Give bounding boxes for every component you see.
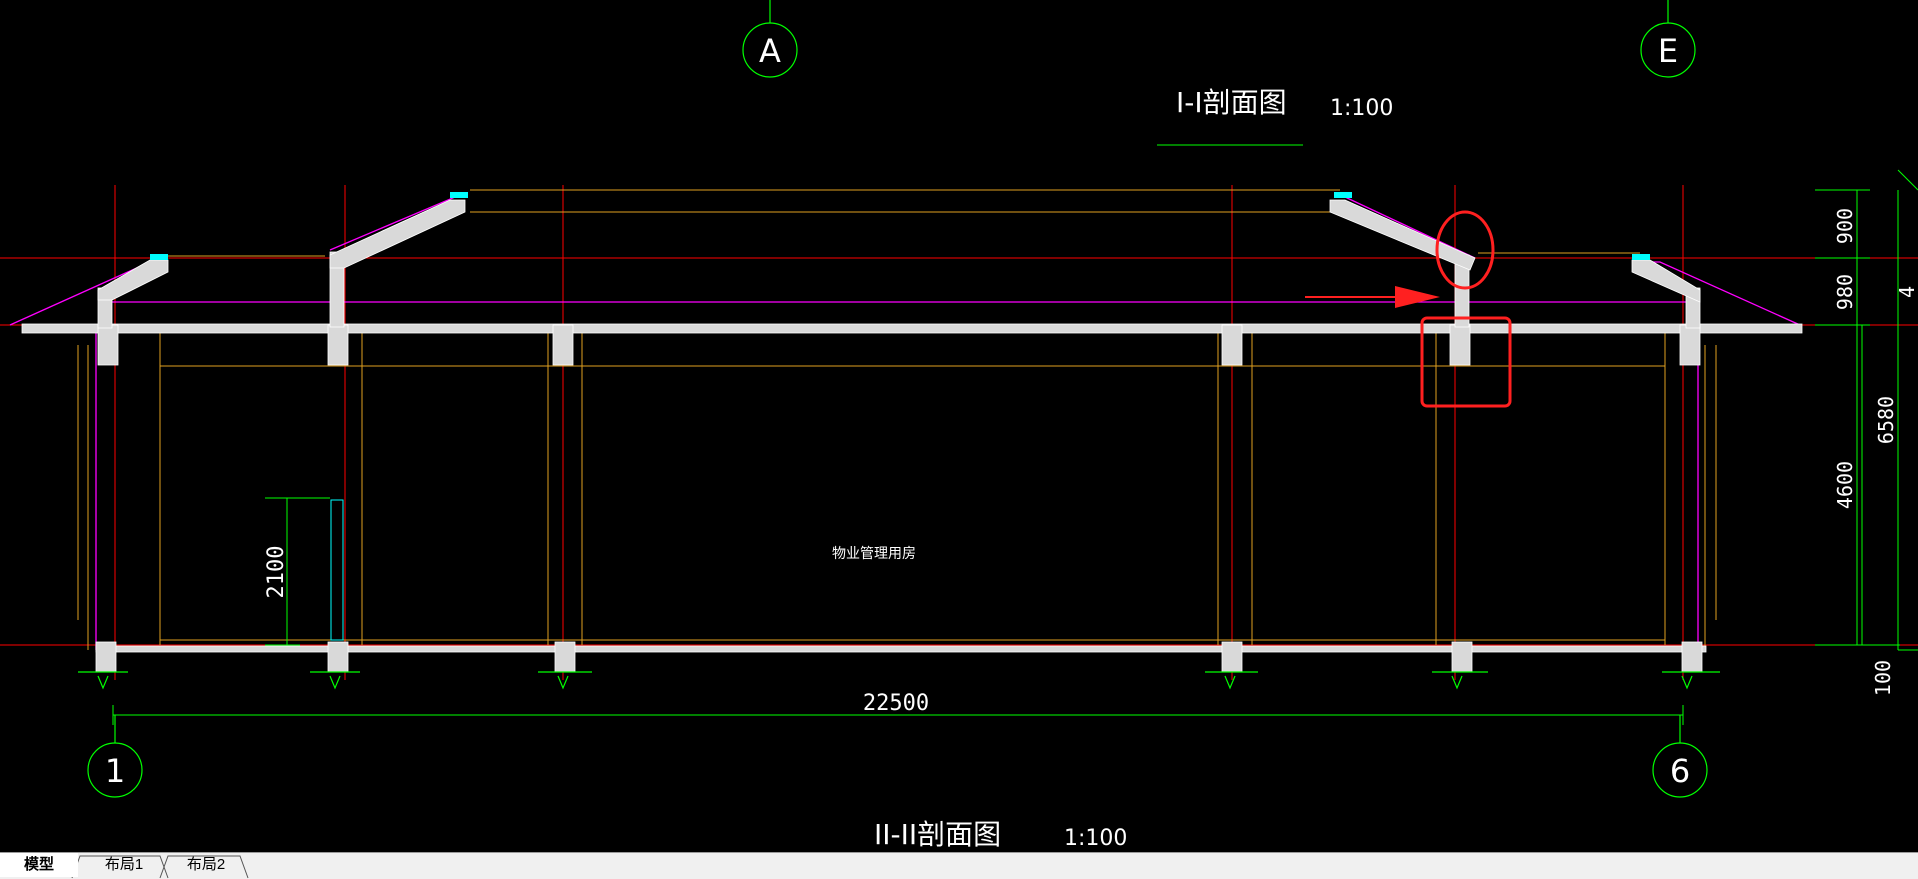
- axis-label-e: E: [1658, 32, 1678, 70]
- section-title-bottom: II-II剖面图: [874, 818, 1001, 851]
- gutter-marks: [150, 192, 1650, 641]
- axis-label-6: 6: [1670, 752, 1690, 790]
- section-title-top: I-I剖面图: [1176, 86, 1287, 119]
- section-scale-top: 1:100: [1330, 96, 1393, 121]
- annotation-arrow: [1395, 286, 1440, 308]
- section-scale-bottom: 1:100: [1064, 826, 1127, 851]
- tab-layout1[interactable]: 布局1: [86, 853, 162, 877]
- tab-model[interactable]: 模型: [0, 853, 78, 877]
- dim-right-4600: 4600: [1833, 461, 1857, 509]
- dim-right-900: 900: [1833, 208, 1857, 244]
- room-label: 物业管理用房: [832, 546, 916, 562]
- dim-right-100: 100: [1871, 660, 1895, 696]
- dim-door-height: 2100: [264, 546, 289, 599]
- axis-label-a: A: [759, 32, 781, 70]
- axis-grid-lines: [0, 185, 1918, 680]
- dim-right-980: 980: [1833, 274, 1857, 310]
- dim-right-6580: 6580: [1874, 396, 1898, 444]
- dim-right-partial: 4: [1895, 286, 1918, 298]
- dim-overall-width: 22500: [863, 691, 929, 716]
- axis-label-1: 1: [105, 752, 125, 790]
- structure-walls: [21, 199, 1803, 673]
- layout-tab-bar: 模型 布局1 布局2: [0, 852, 1918, 879]
- footing-marks: [78, 671, 1720, 690]
- cad-drawing-canvas[interactable]: A E 1 6 I-I剖面图 1:100 II-II剖面图 1:100 物业管理…: [0, 0, 1918, 852]
- tab-layout2[interactable]: 布局2: [168, 853, 244, 877]
